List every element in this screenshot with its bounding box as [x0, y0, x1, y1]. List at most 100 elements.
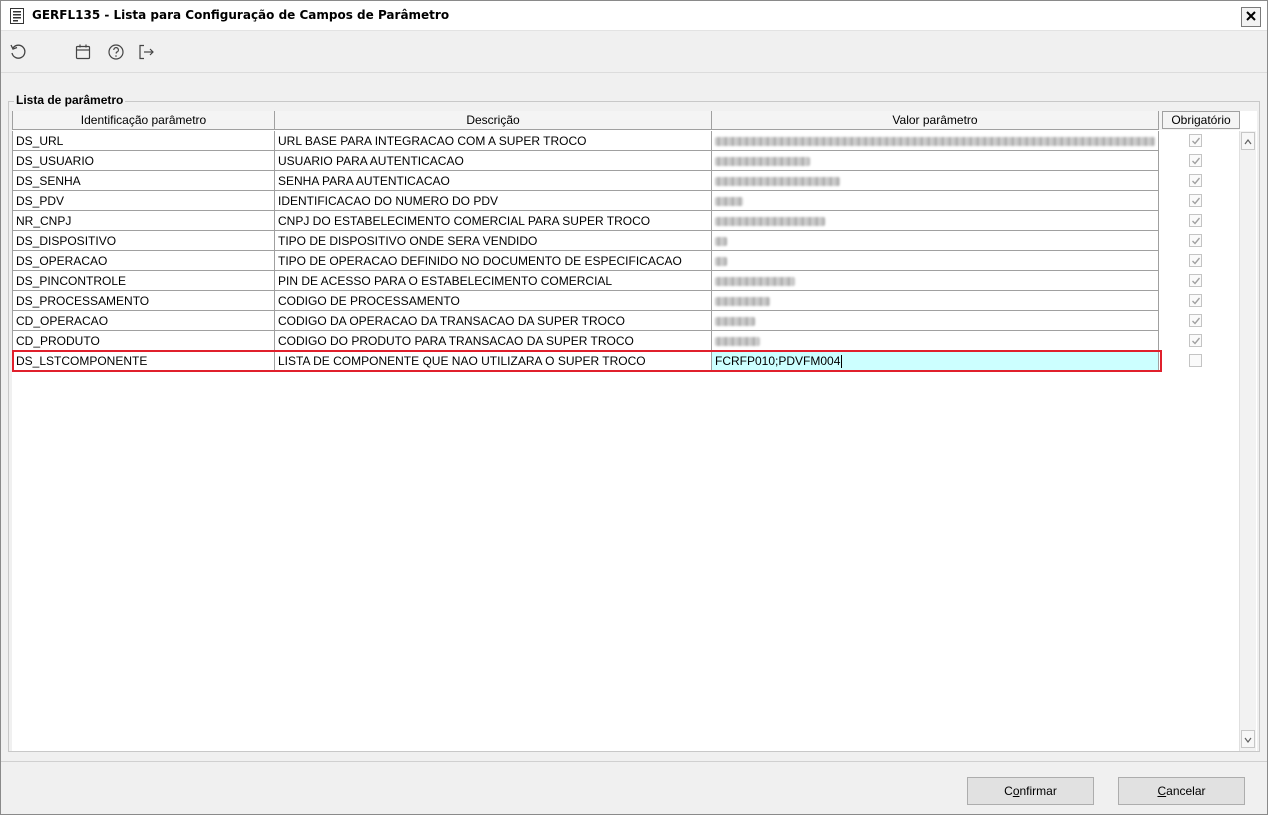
column-header-obrigatorio[interactable]: Obrigatório — [1162, 111, 1240, 129]
cell-valor[interactable] — [712, 231, 1159, 251]
column-header-valor[interactable]: Valor parâmetro — [712, 111, 1159, 130]
toolbar — [1, 32, 1267, 73]
cell-descricao[interactable]: LISTA DE COMPONENTE QUE NAO UTILIZARA O … — [275, 351, 712, 371]
cell-valor[interactable] — [712, 291, 1159, 311]
exit-button[interactable] — [136, 43, 156, 63]
table-row[interactable]: DS_OPERACAO TIPO DE OPERACAO DEFINIDO NO … — [12, 251, 1240, 271]
obrigatorio-checkbox[interactable] — [1189, 214, 1202, 227]
cell-valor[interactable] — [712, 311, 1159, 331]
cell-descricao[interactable]: IDENTIFICACAO DO NUMERO DO PDV — [275, 191, 712, 211]
calendar-icon — [74, 43, 92, 64]
refresh-button[interactable] — [8, 43, 28, 63]
calendar-button[interactable] — [73, 43, 93, 63]
checkmark-icon — [1191, 217, 1200, 225]
cell-identificacao[interactable]: NR_CNPJ — [12, 211, 275, 231]
cell-identificacao[interactable]: CD_PRODUTO — [12, 331, 275, 351]
obrigatorio-checkbox[interactable] — [1189, 254, 1202, 267]
scroll-up-button[interactable] — [1241, 132, 1255, 150]
table-row[interactable]: DS_DISPOSITIVO TIPO DE DISPOSITIVO ONDE S… — [12, 231, 1240, 251]
title-bar[interactable]: GERFL135 - Lista para Configuração de Ca… — [1, 1, 1267, 31]
cell-valor[interactable] — [712, 151, 1159, 171]
cell-identificacao[interactable]: DS_USUARIO — [12, 151, 275, 171]
cell-valor[interactable] — [712, 211, 1159, 231]
exit-icon — [137, 43, 155, 64]
table-row[interactable]: DS_LSTCOMPONENTE LISTA DE COMPONENTE QUE … — [12, 350, 1241, 372]
table-row[interactable]: DS_PDV IDENTIFICACAO DO NUMERO DO PDV — [12, 191, 1240, 211]
obrigatorio-checkbox[interactable] — [1189, 154, 1202, 167]
valor-text: FCRFP010;PDVFM004 — [715, 354, 841, 368]
obrigatorio-checkbox[interactable] — [1189, 234, 1202, 247]
cell-valor[interactable] — [712, 251, 1159, 271]
group-label: Lista de parâmetro — [14, 93, 126, 107]
document-icon — [10, 8, 24, 24]
obrigatorio-checkbox[interactable] — [1189, 314, 1202, 327]
help-button[interactable] — [106, 43, 126, 63]
column-header-descricao[interactable]: Descrição — [275, 111, 712, 130]
cell-descricao[interactable]: CODIGO DO PRODUTO PARA TRANSACAO DA SUPE… — [275, 331, 712, 351]
masked-value — [715, 157, 810, 166]
cell-descricao[interactable]: CNPJ DO ESTABELECIMENTO COMERCIAL PARA S… — [275, 211, 712, 231]
chevron-up-icon — [1244, 134, 1252, 148]
table-row[interactable]: DS_PROCESSAMENTO CODIGO DE PROCESSAMENTO — [12, 291, 1240, 311]
table-row[interactable]: CD_OPERACAO CODIGO DA OPERACAO DA TRANSAC… — [12, 311, 1240, 331]
cancel-button[interactable]: Cancelar — [1118, 777, 1245, 805]
cell-valor[interactable] — [712, 331, 1159, 351]
window-title: GERFL135 - Lista para Configuração de Ca… — [32, 8, 450, 22]
checkmark-icon — [1191, 337, 1200, 345]
confirm-button[interactable]: Confirmar — [967, 777, 1094, 805]
cell-identificacao[interactable]: DS_OPERACAO — [12, 251, 275, 271]
obrigatorio-checkbox[interactable] — [1189, 294, 1202, 307]
cell-identificacao[interactable]: DS_PROCESSAMENTO — [12, 291, 275, 311]
table-row[interactable]: DS_SENHA SENHA PARA AUTENTICACAO — [12, 171, 1240, 191]
cell-identificacao[interactable]: DS_PDV — [12, 191, 275, 211]
checkmark-icon — [1191, 197, 1200, 205]
masked-value — [715, 197, 743, 206]
table-row[interactable]: DS_PINCONTROLE PIN DE ACESSO PARA O ESTAB… — [12, 271, 1240, 291]
cell-descricao[interactable]: TIPO DE DISPOSITIVO ONDE SERA VENDIDO — [275, 231, 712, 251]
masked-value — [715, 257, 727, 266]
cell-valor[interactable] — [712, 191, 1159, 211]
cell-descricao[interactable]: CODIGO DA OPERACAO DA TRANSACAO DA SUPER… — [275, 311, 712, 331]
close-button[interactable] — [1241, 7, 1261, 27]
table-row[interactable]: CD_PRODUTO CODIGO DO PRODUTO PARA TRANSAC… — [12, 331, 1240, 351]
cell-descricao[interactable]: TIPO DE OPERACAO DEFINIDO NO DOCUMENTO D… — [275, 251, 712, 271]
scroll-down-button[interactable] — [1241, 730, 1255, 748]
table-row[interactable]: DS_URL URL BASE PARA INTEGRACAO COM A SUP… — [12, 131, 1240, 151]
checkmark-icon — [1191, 257, 1200, 265]
cell-descricao[interactable]: CODIGO DE PROCESSAMENTO — [275, 291, 712, 311]
cell-descricao[interactable]: SENHA PARA AUTENTICACAO — [275, 171, 712, 191]
obrigatorio-checkbox[interactable] — [1189, 334, 1202, 347]
cell-identificacao[interactable]: CD_OPERACAO — [12, 311, 275, 331]
cell-identificacao[interactable]: DS_LSTCOMPONENTE — [12, 351, 275, 371]
table-row[interactable]: NR_CNPJ CNPJ DO ESTABELECIMENTO COMERCIAL… — [12, 211, 1240, 231]
obrigatorio-checkbox[interactable] — [1189, 174, 1202, 187]
obrigatorio-checkbox[interactable] — [1189, 354, 1202, 367]
cell-obrigatorio — [1159, 171, 1241, 191]
checkmark-icon — [1191, 137, 1200, 145]
vertical-scrollbar[interactable] — [1239, 131, 1256, 751]
cell-valor[interactable]: FCRFP010;PDVFM004 — [712, 351, 1159, 371]
cell-descricao[interactable]: USUARIO PARA AUTENTICACAO — [275, 151, 712, 171]
column-header-identificacao[interactable]: Identificação parâmetro — [12, 111, 275, 130]
text-caret — [841, 355, 843, 369]
cell-valor[interactable] — [712, 131, 1159, 151]
cell-valor[interactable] — [712, 171, 1159, 191]
refresh-icon — [9, 43, 27, 64]
cell-obrigatorio — [1159, 351, 1241, 371]
checkmark-icon — [1191, 317, 1200, 325]
cell-identificacao[interactable]: DS_SENHA — [12, 171, 275, 191]
cell-descricao[interactable]: PIN DE ACESSO PARA O ESTABELECIMENTO COM… — [275, 271, 712, 291]
table-row[interactable]: DS_USUARIO USUARIO PARA AUTENTICACAO — [12, 151, 1240, 171]
grid-header: Identificação parâmetro Descrição Valor … — [12, 111, 1240, 130]
cell-valor[interactable] — [712, 271, 1159, 291]
masked-value — [715, 337, 760, 346]
cell-identificacao[interactable]: DS_PINCONTROLE — [12, 271, 275, 291]
cell-descricao[interactable]: URL BASE PARA INTEGRACAO COM A SUPER TRO… — [275, 131, 712, 151]
obrigatorio-checkbox[interactable] — [1189, 194, 1202, 207]
masked-value — [715, 237, 727, 246]
cell-obrigatorio — [1159, 271, 1241, 291]
cell-identificacao[interactable]: DS_URL — [12, 131, 275, 151]
cell-identificacao[interactable]: DS_DISPOSITIVO — [12, 231, 275, 251]
obrigatorio-checkbox[interactable] — [1189, 274, 1202, 287]
obrigatorio-checkbox[interactable] — [1189, 134, 1202, 147]
